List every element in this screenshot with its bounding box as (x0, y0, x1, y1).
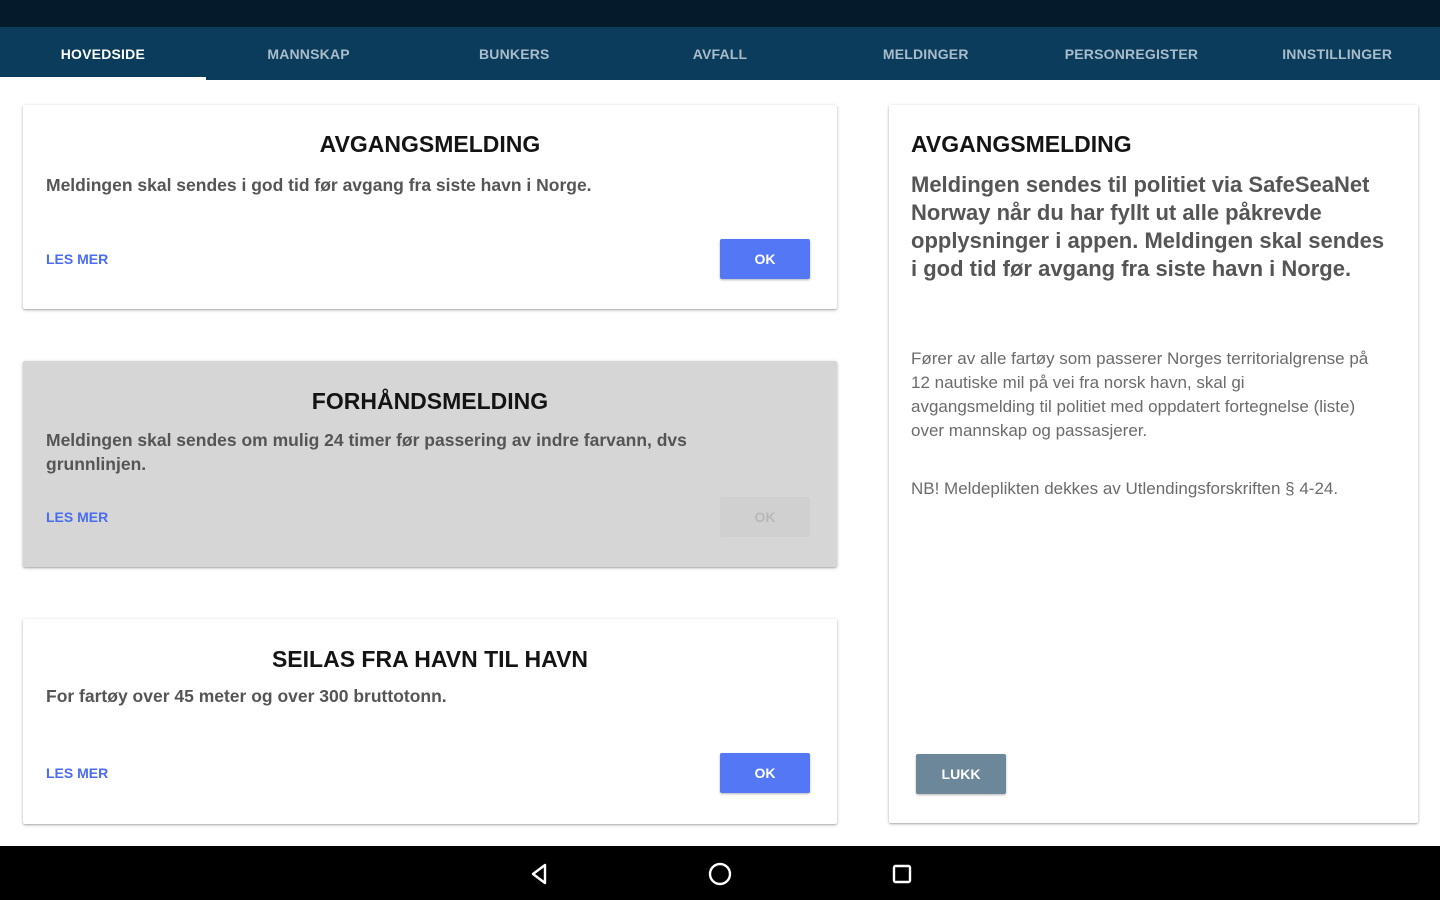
tab-personregister[interactable]: PERSONREGISTER (1029, 27, 1235, 80)
recents-icon[interactable] (887, 859, 917, 889)
card-title: FORHÅNDSMELDING (311, 388, 549, 414)
close-button[interactable]: LUKK (916, 754, 1006, 794)
tab-label: BUNKERS (478, 45, 550, 62)
tab-meldinger[interactable]: MELDINGER (823, 27, 1029, 80)
read-more-link[interactable]: LES MER (46, 765, 108, 781)
card-title: AVGANGSMELDING (319, 131, 541, 157)
back-icon[interactable] (524, 859, 554, 889)
tab-bar: HOVEDSIDE MANNSKAP BUNKERS AVFALL MELDIN… (0, 27, 1440, 80)
card-description: Meldingen skal sendes om mulig 24 timer … (46, 430, 687, 474)
main-content: AVGANGSMELDING Meldingen skal sendes i g… (0, 80, 1440, 846)
ok-button-disabled: OK (720, 497, 810, 537)
tab-label: AVFALL (692, 45, 748, 62)
card-forhandsmelding: FORHÅNDSMELDING Meldingen skal sendes om… (23, 361, 837, 567)
card-title: SEILAS FRA HAVN TIL HAVN (271, 646, 589, 672)
home-icon[interactable] (705, 859, 735, 889)
tab-bunkers[interactable]: BUNKERS (411, 27, 617, 80)
card-seilas-fra-havn-til-havn: SEILAS FRA HAVN TIL HAVN For fartøy over… (23, 619, 837, 824)
read-more-link[interactable]: LES MER (46, 251, 108, 267)
tab-label: INNSTILLINGER (1282, 45, 1393, 62)
tab-label: PERSONREGISTER (1064, 45, 1199, 62)
tab-mannskap[interactable]: MANNSKAP (206, 27, 412, 80)
app-screen: HOVEDSIDE MANNSKAP BUNKERS AVFALL MELDIN… (0, 0, 1440, 900)
system-navigation-bar (0, 846, 1440, 900)
tab-label: HOVEDSIDE (60, 45, 145, 62)
tab-hovedside[interactable]: HOVEDSIDE (0, 27, 206, 80)
card-description: For fartøy over 45 meter og over 300 bru… (46, 686, 447, 706)
tab-innstillinger[interactable]: INNSTILLINGER (1234, 27, 1440, 80)
status-bar (0, 0, 1440, 27)
read-more-link[interactable]: LES MER (46, 509, 108, 525)
tab-label: MANNSKAP (267, 45, 350, 62)
tab-label: MELDINGER (882, 45, 969, 62)
ok-button[interactable]: OK (720, 239, 810, 279)
card-avgangsmelding: AVGANGSMELDING Meldingen skal sendes i g… (23, 105, 837, 309)
card-description: Meldingen skal sendes i god tid før avga… (46, 175, 592, 195)
info-lead-text: Meldingen sendes til politiet via SafeSe… (911, 172, 1385, 281)
info-body-text: Fører av alle fartøy som passerer Norges… (911, 349, 1369, 440)
tab-avfall[interactable]: AVFALL (617, 27, 823, 80)
info-note-text: NB! Meldeplikten dekkes av Utlendingsfor… (911, 479, 1339, 498)
info-title: AVGANGSMELDING (911, 131, 1132, 157)
ok-button[interactable]: OK (720, 753, 810, 793)
info-panel: AVGANGSMELDING Meldingen sendes til poli… (889, 105, 1418, 823)
